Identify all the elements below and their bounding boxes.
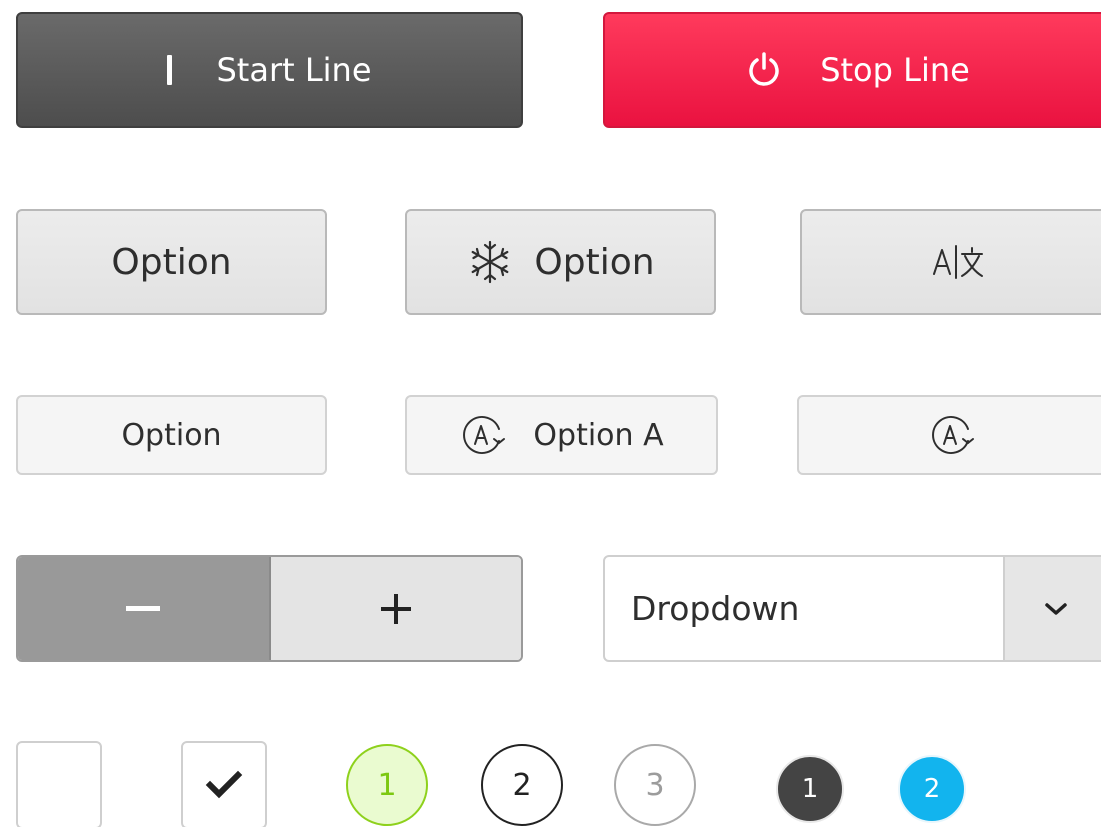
option-button-medium[interactable]: Option xyxy=(16,395,327,475)
cursor-bar-icon xyxy=(167,55,173,85)
plus-icon xyxy=(380,593,411,624)
option-button-large[interactable]: Option xyxy=(16,209,327,315)
chevron-down-icon xyxy=(1045,602,1067,615)
option-label: Option xyxy=(121,417,222,453)
dropdown-toggle[interactable] xyxy=(1003,557,1101,660)
auto-mode-icon xyxy=(463,416,506,454)
snowflake-icon xyxy=(472,240,509,284)
quantity-stepper xyxy=(16,555,523,662)
minus-icon xyxy=(126,606,161,611)
option-label: Option xyxy=(534,241,655,283)
increment-button[interactable] xyxy=(270,557,521,660)
option-label: Option xyxy=(111,241,232,283)
option-a-button[interactable]: Option A xyxy=(405,395,718,475)
auto-mode-icon xyxy=(932,416,974,454)
translate-icon xyxy=(933,245,983,279)
dropdown-value: Dropdown xyxy=(631,589,800,628)
checkbox-checked[interactable] xyxy=(181,741,267,827)
step-indicator-disabled[interactable]: 3 xyxy=(614,744,696,826)
step-badge-completed[interactable]: 1 xyxy=(776,755,844,823)
option-snowflake-button[interactable]: Option xyxy=(405,209,716,315)
translate-button[interactable] xyxy=(800,209,1101,315)
decrement-button[interactable] xyxy=(18,557,271,660)
step-indicator-active[interactable]: 1 xyxy=(346,744,428,826)
stop-line-label: Stop Line xyxy=(820,51,970,89)
option-a-label: Option A xyxy=(533,417,664,453)
stop-line-button[interactable]: Stop Line xyxy=(603,12,1101,128)
ui-kit-canvas: Start Line Stop Line Option Option Optio… xyxy=(0,0,1101,827)
step-badge-current[interactable]: 2 xyxy=(898,755,966,823)
checkbox-unchecked[interactable] xyxy=(16,741,102,827)
step-indicator-default[interactable]: 2 xyxy=(481,744,563,826)
start-line-button[interactable]: Start Line xyxy=(16,12,523,128)
checkmark-icon xyxy=(205,770,243,799)
dropdown-select[interactable]: Dropdown xyxy=(603,555,1101,662)
auto-mode-button[interactable] xyxy=(797,395,1101,475)
start-line-label: Start Line xyxy=(216,51,372,89)
power-icon xyxy=(749,52,779,86)
